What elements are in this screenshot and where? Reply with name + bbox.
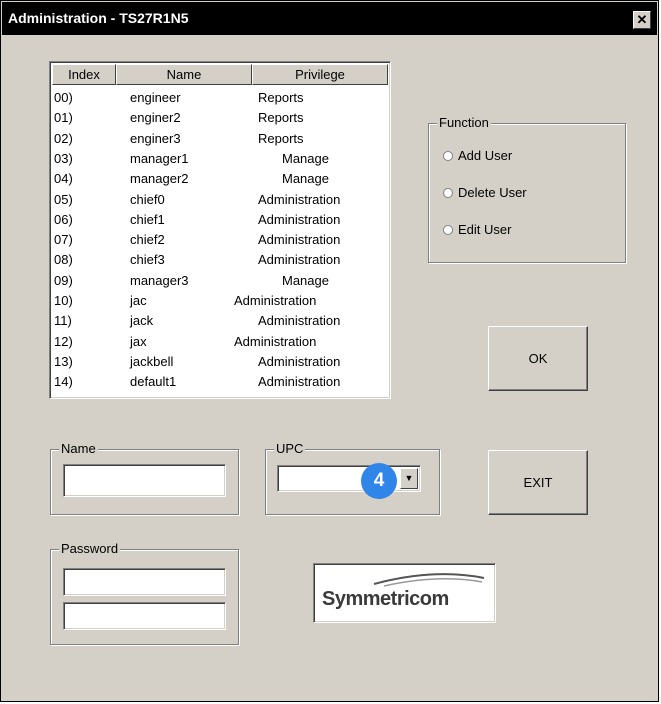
edit-user-radio[interactable]: Edit User: [443, 222, 511, 237]
row-index: 12): [54, 333, 73, 349]
row-privilege: Administration: [258, 211, 341, 227]
list-item[interactable]: 08) chief3 Administration: [54, 250, 386, 270]
list-item[interactable]: 05) chief0 Administration: [54, 190, 386, 210]
password-group-label: Password: [59, 541, 121, 556]
list-item[interactable]: 01) enginer2 Reports: [54, 108, 386, 128]
list-item[interactable]: 11) jack Administration: [54, 311, 386, 331]
row-name: jac: [130, 293, 147, 308]
delete-user-label: Delete User: [458, 185, 527, 200]
radio-icon: [443, 224, 453, 235]
delete-user-radio[interactable]: Delete User: [443, 185, 527, 200]
exit-button[interactable]: EXIT: [488, 450, 588, 515]
ok-button[interactable]: OK: [488, 326, 588, 391]
function-group-label: Function: [437, 115, 491, 130]
radio-icon: [443, 187, 453, 198]
column-header-privilege[interactable]: Privilege: [252, 64, 388, 85]
list-item[interactable]: 14) default1 Administration: [54, 372, 386, 392]
row-index: 03): [54, 150, 73, 166]
upc-group-label: UPC: [274, 441, 306, 456]
row-name: enginer2: [130, 110, 181, 126]
function-group: Function Add User Delete User Edit User: [428, 115, 626, 263]
title-bar[interactable]: Administration - TS27R1N5 ✕: [2, 2, 657, 35]
chevron-down-icon[interactable]: ▼: [400, 468, 418, 489]
password-group: Password: [50, 541, 239, 645]
row-privilege: Administration: [234, 293, 317, 308]
close-button[interactable]: ✕: [633, 11, 651, 29]
radio-icon: [443, 150, 453, 161]
add-user-radio[interactable]: Add User: [443, 148, 512, 163]
row-index: 01): [54, 110, 73, 126]
symmetricom-logo: Symmetricom: [313, 563, 496, 623]
row-index: 05): [54, 191, 73, 207]
column-header-index[interactable]: Index: [52, 64, 116, 85]
list-item[interactable]: 09) manager3 Manage: [54, 271, 386, 291]
row-privilege: Administration: [258, 191, 341, 207]
administration-window: Administration - TS27R1N5 ✕ Index Name P…: [0, 0, 659, 702]
row-name: default1: [130, 374, 177, 390]
row-privilege: Manage: [282, 150, 329, 166]
column-header-name[interactable]: Name: [116, 64, 252, 85]
row-privilege: Reports: [258, 90, 304, 105]
list-item[interactable]: 10) jac Administration: [54, 291, 386, 311]
list-item[interactable]: 03) manager1 Manage: [54, 149, 386, 169]
row-index: 10): [54, 293, 73, 308]
row-privilege: Administration: [258, 353, 341, 369]
row-index: 06): [54, 211, 73, 227]
list-item[interactable]: 04) manager2 Manage: [54, 169, 386, 189]
name-group-label: Name: [59, 441, 98, 456]
row-privilege: Administration: [258, 252, 341, 268]
row-index: 07): [54, 232, 73, 248]
close-icon: ✕: [636, 12, 648, 27]
row-index: 11): [54, 313, 72, 329]
row-name: chief0: [130, 191, 165, 207]
row-privilege: Manage: [282, 171, 329, 187]
row-name: chief1: [130, 211, 165, 227]
row-name: jack: [130, 313, 154, 329]
row-index: 14): [54, 374, 73, 390]
row-name: chief2: [130, 232, 165, 248]
row-index: 04): [54, 171, 73, 187]
row-privilege: Manage: [282, 272, 329, 288]
password-input[interactable]: [63, 568, 226, 596]
row-name: engineer: [130, 90, 181, 105]
row-index: 08): [54, 252, 73, 268]
window-title: Administration - TS27R1N5: [8, 10, 189, 26]
row-index: 09): [54, 272, 73, 288]
row-name: manager3: [130, 272, 189, 288]
row-index: 00): [54, 90, 73, 105]
row-privilege: Administration: [258, 374, 341, 390]
row-privilege: Administration: [258, 313, 341, 329]
row-name: jax: [130, 333, 147, 349]
add-user-label: Add User: [458, 148, 513, 163]
row-privilege: Administration: [258, 232, 341, 248]
row-name: enginer3: [130, 130, 181, 146]
user-listbox[interactable]: Index Name Privilege 00) engineer Reports 0…: [49, 61, 391, 399]
row-name: manager1: [130, 150, 189, 166]
upc-group: UPC ▼: [265, 441, 440, 515]
row-name: chief3: [130, 252, 165, 268]
confirm-password-input[interactable]: [63, 602, 226, 630]
name-input[interactable]: [63, 464, 226, 497]
row-privilege: Reports: [258, 110, 304, 126]
row-name: jackbell: [130, 353, 174, 369]
list-item[interactable]: 00) engineer Reports: [54, 88, 386, 108]
logo-text: Symmetricom: [322, 588, 449, 610]
list-item[interactable]: 06) chief1 Administration: [54, 210, 386, 230]
row-index: 13): [54, 353, 73, 369]
list-item[interactable]: 12) jax Administration: [54, 332, 386, 352]
edit-user-label: Edit User: [458, 222, 512, 237]
list-item[interactable]: 02) enginer3 Reports: [54, 129, 386, 149]
row-index: 02): [54, 130, 73, 146]
list-header: Index Name Privilege: [52, 64, 388, 86]
row-privilege: Administration: [234, 333, 317, 349]
upc-combobox[interactable]: ▼: [277, 465, 421, 492]
step-badge: 4: [361, 463, 397, 499]
list-item[interactable]: 07) chief2 Administration: [54, 230, 386, 250]
row-name: manager2: [130, 171, 189, 187]
name-group: Name: [50, 441, 239, 515]
row-privilege: Reports: [258, 130, 304, 146]
list-item[interactable]: 13) jackbell Administration: [54, 352, 386, 372]
